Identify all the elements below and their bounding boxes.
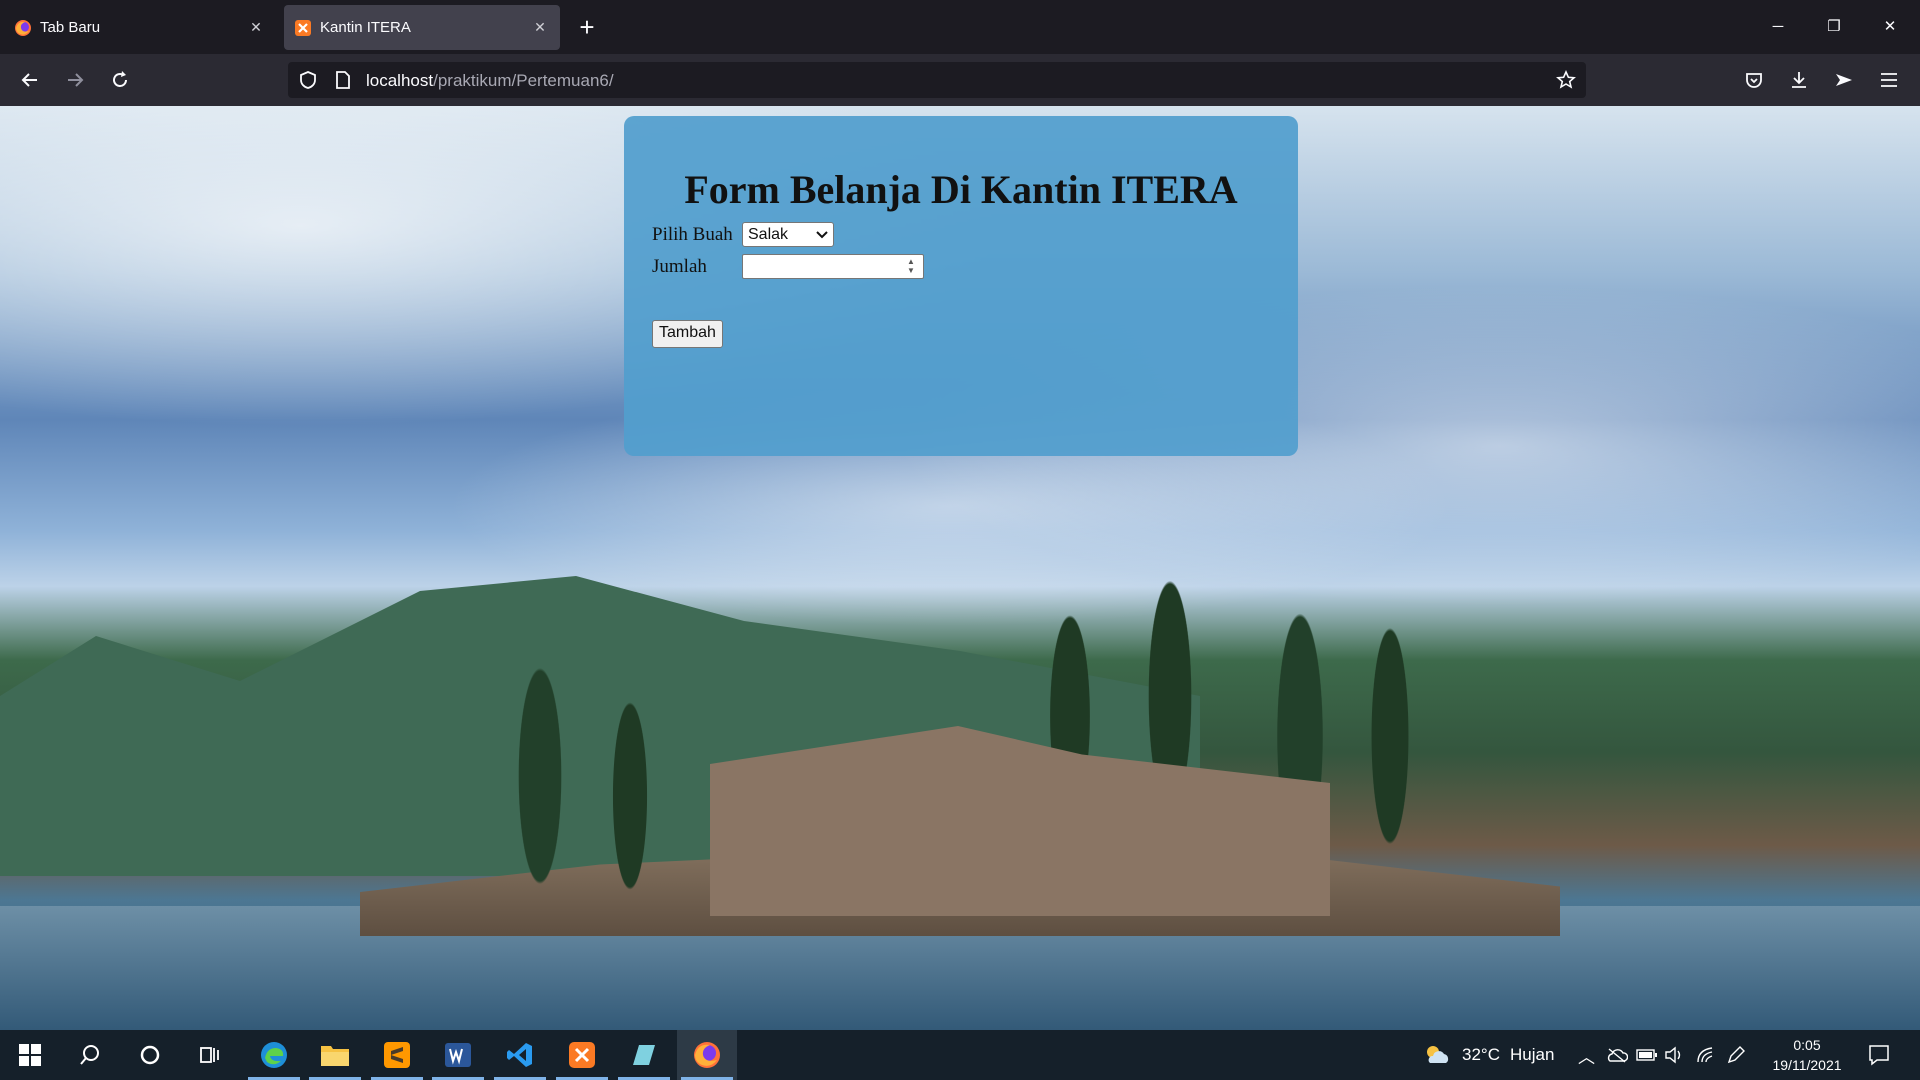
tab-kantin-itera[interactable]: Kantin ITERA ✕ xyxy=(284,5,560,50)
minimize-button[interactable]: ─ xyxy=(1760,10,1796,44)
menu-button[interactable] xyxy=(1873,64,1905,96)
forward-button[interactable] xyxy=(59,64,91,96)
tab-title: Kantin ITERA xyxy=(320,19,411,36)
xampp-icon xyxy=(295,19,311,36)
search-icon xyxy=(80,1045,99,1065)
notes-icon xyxy=(633,1045,655,1065)
page-icon[interactable] xyxy=(334,70,352,90)
file-explorer-icon xyxy=(321,1046,349,1066)
quantity-input[interactable]: ▲ ▼ xyxy=(742,254,924,279)
browser-tab-bar: Tab Baru ✕ Kantin ITERA ✕ + ─ ❐ ✕ xyxy=(0,0,1920,54)
downloads-button[interactable] xyxy=(1783,64,1815,96)
task-view-icon xyxy=(200,1047,219,1063)
hamburger-menu-icon xyxy=(1881,73,1897,87)
close-window-button[interactable]: ✕ xyxy=(1872,10,1908,44)
quantity-row: Jumlah ▲ ▼ xyxy=(652,254,924,279)
taskbar-word[interactable] xyxy=(428,1030,488,1080)
extension-button[interactable] xyxy=(1828,64,1860,96)
fruit-label: Pilih Buah xyxy=(652,223,733,245)
cortana-button[interactable] xyxy=(120,1030,180,1080)
start-button[interactable] xyxy=(0,1030,60,1080)
spinner-arrows-icon[interactable]: ▲ ▼ xyxy=(903,257,919,276)
download-icon xyxy=(1792,72,1806,88)
xampp-icon xyxy=(569,1042,595,1068)
fruit-select[interactable]: Salak xyxy=(742,222,834,247)
reload-button[interactable] xyxy=(104,64,136,96)
shopping-form-card: Form Belanja Di Kantin ITERA Pilih Buah … xyxy=(624,116,1298,456)
add-button[interactable]: Tambah xyxy=(652,320,723,348)
extension-flag-icon xyxy=(1836,74,1852,86)
word-icon xyxy=(445,1043,471,1067)
onedrive-offline-icon[interactable] xyxy=(1606,1047,1628,1063)
taskbar-firefox[interactable] xyxy=(677,1030,737,1080)
edge-icon xyxy=(261,1042,287,1068)
close-tab-icon[interactable]: ✕ xyxy=(530,19,550,36)
taskbar-edge[interactable] xyxy=(244,1030,304,1080)
tab-tab-baru[interactable]: Tab Baru ✕ xyxy=(4,5,276,50)
chevron-up-icon[interactable]: ︿ xyxy=(1578,1043,1595,1068)
firefox-icon xyxy=(15,19,31,36)
browser-toolbar: localhost/praktikum/Pertemuan6/ xyxy=(0,54,1920,106)
url-path: /praktikum/Pertemuan6/ xyxy=(433,71,614,90)
pocket-button[interactable] xyxy=(1738,64,1770,96)
fruit-row: Pilih Buah Salak xyxy=(652,222,834,247)
weather-condition[interactable]: Hujan xyxy=(1510,1045,1554,1065)
shield-icon[interactable] xyxy=(298,70,318,90)
taskbar-search-button[interactable] xyxy=(60,1030,120,1080)
windows-start-icon xyxy=(19,1044,41,1066)
clock-time: 0:05 xyxy=(1793,1037,1821,1053)
sublime-text-icon xyxy=(384,1042,410,1068)
network-icon[interactable] xyxy=(1696,1046,1716,1064)
restore-button[interactable]: ❐ xyxy=(1816,10,1852,44)
forward-arrow-icon xyxy=(68,73,84,87)
taskbar-xampp[interactable] xyxy=(552,1030,612,1080)
firefox-icon xyxy=(694,1042,720,1068)
close-tab-icon[interactable]: ✕ xyxy=(246,19,266,36)
taskbar-notes[interactable] xyxy=(614,1030,674,1080)
address-bar[interactable]: localhost/praktikum/Pertemuan6/ xyxy=(288,62,1586,98)
quantity-label: Jumlah xyxy=(652,255,707,277)
taskbar-file-explorer[interactable] xyxy=(305,1030,365,1080)
form-title: Form Belanja Di Kantin ITERA xyxy=(684,167,1238,212)
tab-title: Tab Baru xyxy=(40,19,101,36)
reload-icon xyxy=(113,71,127,87)
notification-center-icon[interactable] xyxy=(1868,1044,1890,1066)
vscode-icon xyxy=(507,1043,532,1067)
new-tab-button[interactable]: + xyxy=(572,12,602,42)
taskbar-vscode[interactable] xyxy=(490,1030,550,1080)
cortana-icon xyxy=(140,1045,160,1065)
weather-icon[interactable] xyxy=(1424,1043,1450,1072)
clock[interactable]: 0:05 19/11/2021 xyxy=(1752,1035,1862,1075)
back-button[interactable] xyxy=(14,64,46,96)
page-viewport: Form Belanja Di Kantin ITERA Pilih Buah … xyxy=(0,106,1920,1030)
clock-date: 19/11/2021 xyxy=(1772,1057,1842,1073)
weather-temperature[interactable]: 32°C xyxy=(1462,1045,1500,1065)
pocket-icon xyxy=(1746,73,1762,88)
back-arrow-icon xyxy=(21,73,37,87)
volume-icon[interactable] xyxy=(1664,1046,1684,1064)
battery-icon[interactable] xyxy=(1636,1048,1658,1062)
url-host: localhost xyxy=(366,71,434,90)
pen-icon[interactable] xyxy=(1726,1045,1746,1065)
url-text[interactable]: localhost/praktikum/Pertemuan6/ xyxy=(366,71,614,91)
taskbar-sublime-text[interactable] xyxy=(367,1030,427,1080)
chevron-down-icon xyxy=(816,230,828,238)
windows-taskbar: 32°C Hujan ︿ 0:05 19/11/2021 xyxy=(0,1030,1920,1080)
task-view-button[interactable] xyxy=(180,1030,240,1080)
fruit-selected-value: Salak xyxy=(748,225,789,243)
bookmark-star-icon[interactable] xyxy=(1556,70,1576,90)
